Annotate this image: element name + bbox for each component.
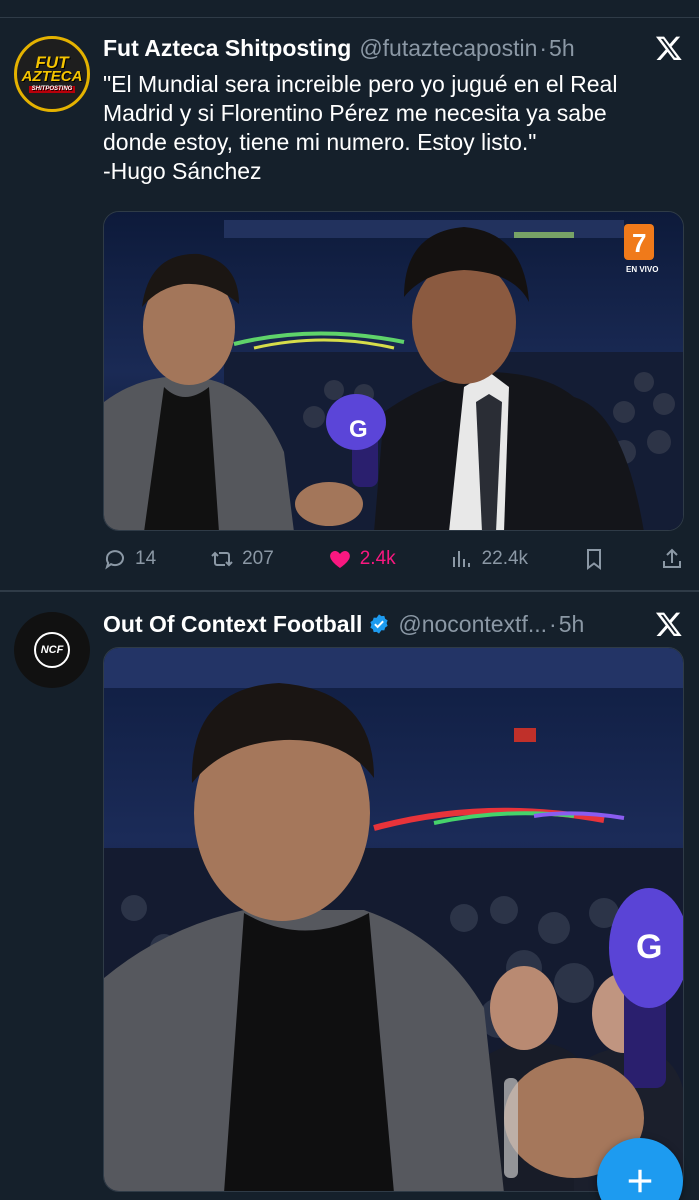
interview-photo: G 7 EN VIVO: [104, 212, 683, 530]
author-name[interactable]: Out Of Context Football: [103, 611, 362, 638]
like-button[interactable]: 2.4k: [328, 547, 396, 571]
repost-count: 207: [242, 548, 274, 569]
tweet-header: Fut Azteca Shitposting @futaztecapostin …: [103, 30, 699, 66]
tweet-text: "El Mundial sera increible pero yo jugué…: [103, 70, 673, 186]
separator-dot: ·: [549, 610, 557, 637]
fut-azteca-logo: FUT AZTECA SHITPOSTING: [17, 39, 87, 109]
svg-text:G: G: [636, 928, 662, 966]
author-handle[interactable]: @futaztecapostin: [359, 35, 537, 62]
closeup-photo: G: [104, 648, 683, 1191]
timeline-feed: FUT AZTECA SHITPOSTING Fut Azteca Shitpo…: [0, 0, 699, 1200]
bookmark-icon: [587, 549, 601, 570]
avatar[interactable]: FUT AZTECA SHITPOSTING: [14, 36, 90, 112]
tweet-header: Out Of Context Football @nocontextf... ·…: [103, 606, 699, 642]
share-button[interactable]: [660, 547, 684, 571]
separator-dot: ·: [539, 34, 548, 61]
tweet-text-line: "El Mundial sera increible pero yo jugué…: [103, 71, 618, 97]
live-label: EN VIVO: [626, 265, 658, 274]
views-button[interactable]: 22.4k: [450, 547, 528, 571]
logo-text-line: SHITPOSTING: [28, 85, 76, 94]
views-icon: [452, 551, 470, 567]
tweet-text-line: -Hugo Sánchez: [103, 158, 262, 184]
timestamp[interactable]: 5h: [559, 611, 585, 638]
tweet-text-line: Madrid y si Florentino Pérez me necesita…: [103, 100, 607, 126]
timestamp[interactable]: 5h: [549, 35, 575, 62]
x-logo-icon[interactable]: [655, 34, 683, 62]
tweet-media-image[interactable]: G: [103, 647, 684, 1192]
x-logo-icon[interactable]: [655, 610, 683, 638]
svg-text:G: G: [349, 416, 368, 443]
tweet[interactable]: NCF Out Of Context Football @nocontextf.…: [0, 592, 699, 1200]
plus-icon: [628, 1169, 652, 1193]
top-divider: [0, 17, 699, 18]
ncf-logo: NCF: [14, 612, 90, 688]
view-count: 22.4k: [481, 548, 529, 569]
tweet-text-line: donde estoy, tiene mi numero. Estoy list…: [103, 129, 537, 155]
share-icon: [662, 548, 681, 568]
author-handle[interactable]: @nocontextf...: [398, 611, 547, 638]
tweet-actions: 14 207 2.4k 22.4k: [103, 540, 684, 578]
broadcast-logo: 7: [632, 228, 646, 258]
tweet-media-image[interactable]: G 7 EN VIVO: [103, 211, 684, 531]
author-name[interactable]: Fut Azteca Shitposting: [103, 35, 351, 62]
reply-count: 14: [135, 548, 157, 569]
reply-icon: [105, 550, 124, 570]
bookmark-button[interactable]: [582, 547, 606, 571]
logo-text-line: AZTECA: [21, 68, 83, 86]
repost-button[interactable]: 207: [210, 547, 274, 571]
like-count: 2.4k: [359, 548, 396, 569]
reply-button[interactable]: 14: [103, 547, 156, 571]
repost-icon: [211, 551, 233, 567]
avatar[interactable]: NCF: [14, 612, 90, 688]
verified-badge-icon: [370, 614, 388, 634]
ncf-logo-text: NCF: [40, 644, 64, 656]
heart-icon: [329, 551, 350, 568]
tweet[interactable]: FUT AZTECA SHITPOSTING Fut Azteca Shitpo…: [0, 0, 699, 592]
